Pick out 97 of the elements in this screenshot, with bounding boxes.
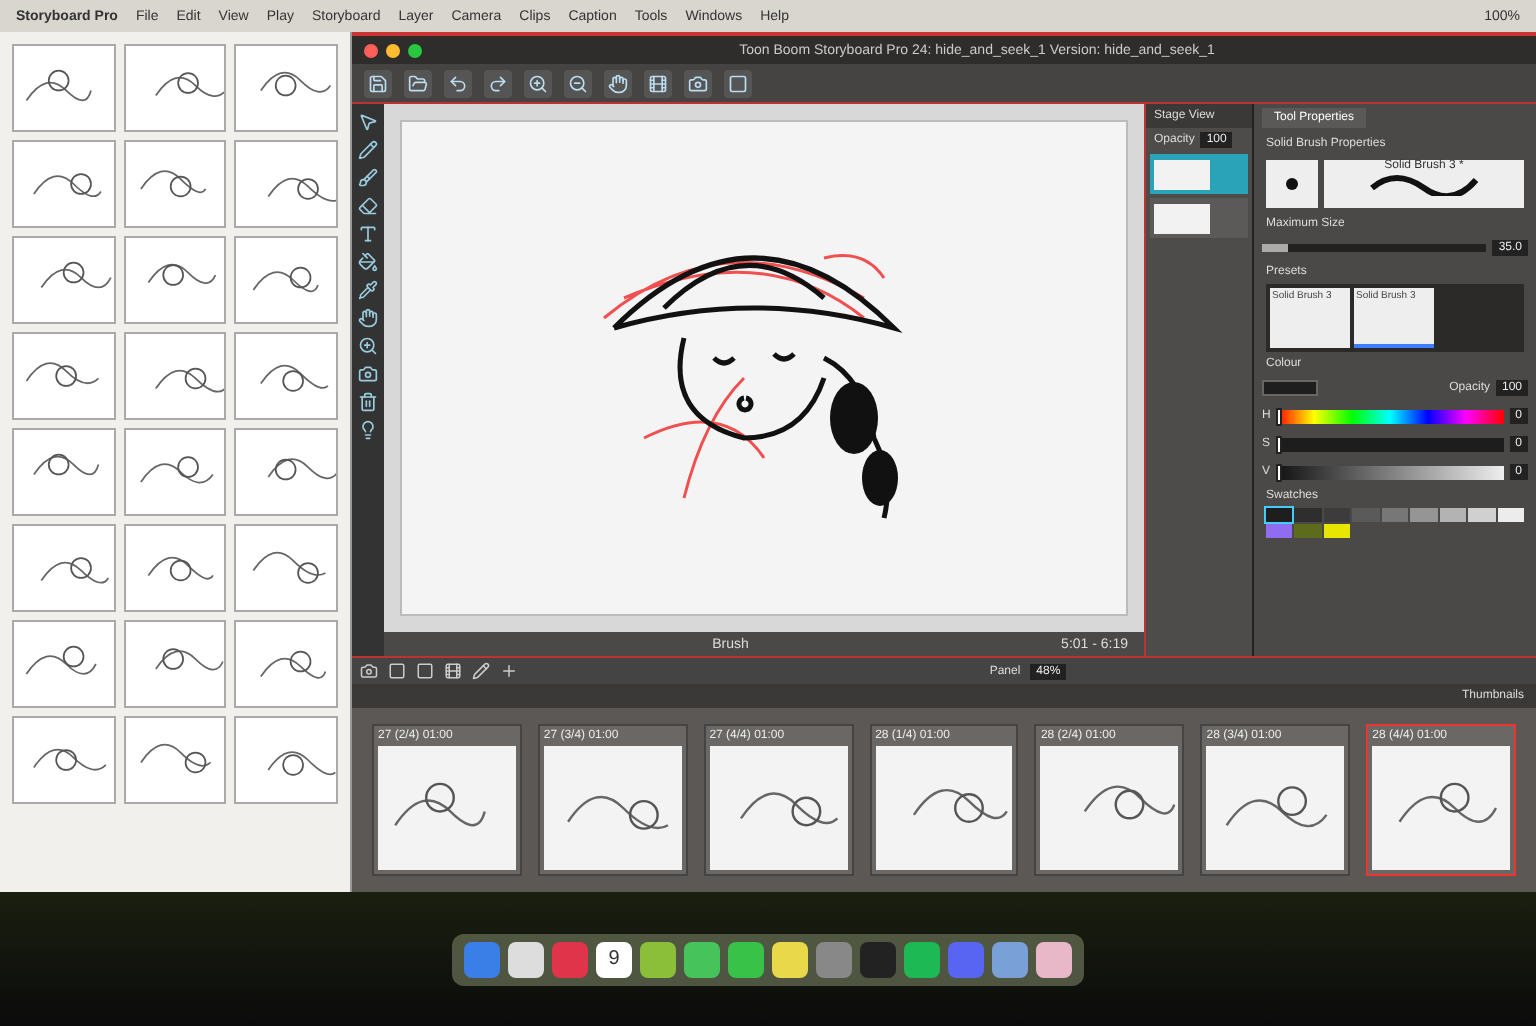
colour-swatch[interactable] <box>1323 524 1351 538</box>
hand-icon[interactable] <box>604 69 632 97</box>
current-colour[interactable] <box>1262 380 1318 396</box>
layer-row[interactable] <box>1150 154 1248 194</box>
colour-swatch[interactable] <box>1294 524 1322 538</box>
sketch-thumbnail <box>543 746 682 870</box>
sketch-thumbnail[interactable] <box>123 428 227 516</box>
pointer-icon[interactable] <box>358 112 378 132</box>
app-icon[interactable] <box>772 941 808 977</box>
brush-icon[interactable] <box>358 168 378 188</box>
sketch-thumbnail[interactable] <box>234 620 338 708</box>
square-icon[interactable] <box>416 662 434 680</box>
colour-swatch[interactable] <box>1266 508 1293 522</box>
zoom-out-icon[interactable] <box>564 69 592 97</box>
sketch-thumbnail[interactable] <box>234 332 338 420</box>
sketch-thumbnail[interactable] <box>234 524 338 612</box>
sketch-thumbnail <box>875 746 1013 870</box>
paint-bucket-icon[interactable] <box>358 252 378 272</box>
colour-slider[interactable] <box>1276 465 1504 479</box>
colour-swatch[interactable] <box>1352 508 1380 522</box>
zoom-in-icon[interactable] <box>524 69 552 97</box>
sketch-thumbnail[interactable] <box>234 44 338 132</box>
app-icon[interactable] <box>728 941 764 977</box>
sketch-thumbnail[interactable] <box>12 236 116 324</box>
trash-icon[interactable] <box>358 392 378 412</box>
sketch-thumbnail <box>378 746 516 870</box>
camera-icon[interactable] <box>684 69 712 97</box>
sketch-thumbnail <box>709 746 848 870</box>
colour-swatch[interactable] <box>1410 508 1438 522</box>
square-icon[interactable] <box>388 662 406 680</box>
camera-icon[interactable] <box>360 662 378 680</box>
film-icon[interactable] <box>444 662 462 680</box>
colour-swatch[interactable] <box>1266 524 1293 538</box>
layer-row[interactable] <box>1150 198 1248 238</box>
sketch-thumbnail[interactable] <box>123 524 227 612</box>
brush-dot-icon <box>1286 178 1298 190</box>
sketch-thumbnail <box>1040 746 1179 870</box>
brush-stroke-icon <box>1364 172 1484 196</box>
camera-icon[interactable] <box>358 364 378 384</box>
app-icon[interactable] <box>992 941 1028 977</box>
colour-slider[interactable] <box>1276 437 1504 451</box>
sketch-thumbnail[interactable] <box>234 236 338 324</box>
redo-icon[interactable] <box>484 69 512 97</box>
sketch-thumbnail[interactable] <box>234 140 338 228</box>
layer-thumbnail <box>1154 159 1210 189</box>
film-icon[interactable] <box>644 69 672 97</box>
sketch-thumbnail[interactable] <box>12 140 116 228</box>
app-icon[interactable] <box>1036 941 1072 977</box>
plus-icon[interactable] <box>500 662 518 680</box>
eraser-icon[interactable] <box>358 196 378 216</box>
sketch-thumbnail <box>1372 746 1511 870</box>
save-icon[interactable] <box>364 69 392 97</box>
sketch-thumbnail[interactable] <box>12 332 116 420</box>
square-icon[interactable] <box>724 69 752 97</box>
folder-icon[interactable] <box>404 69 432 97</box>
sketch-thumbnail[interactable] <box>123 140 227 228</box>
colour-swatch[interactable] <box>1439 508 1467 522</box>
text-icon[interactable] <box>358 224 378 244</box>
hand-icon[interactable] <box>358 308 378 328</box>
colour-swatch[interactable] <box>1323 508 1351 522</box>
sketch-thumbnail[interactable] <box>123 716 227 804</box>
colour-swatch[interactable] <box>1381 508 1409 522</box>
slider-thumb[interactable] <box>1276 435 1283 453</box>
sketch-thumbnail[interactable] <box>123 44 227 132</box>
undo-icon[interactable] <box>444 69 472 97</box>
close-button[interactable] <box>364 43 378 57</box>
app-icon[interactable] <box>904 941 940 977</box>
pencil-icon[interactable] <box>358 140 378 160</box>
colour-swatch[interactable] <box>1497 508 1524 522</box>
slider-thumb[interactable] <box>1276 463 1283 481</box>
layer-thumbnail <box>1154 203 1210 233</box>
colour-swatch[interactable] <box>1468 508 1496 522</box>
app-icon[interactable] <box>640 941 676 977</box>
lightbulb-icon[interactable] <box>358 420 378 440</box>
sketch-thumbnail[interactable] <box>12 44 116 132</box>
slider-thumb[interactable] <box>1276 407 1283 425</box>
sketch-thumbnail[interactable] <box>123 236 227 324</box>
sketch-thumbnail[interactable] <box>234 716 338 804</box>
calendar-app-icon[interactable]: 9 <box>596 941 632 977</box>
zoom-in-icon[interactable] <box>358 336 378 356</box>
sketch-thumbnail[interactable] <box>123 620 227 708</box>
sketch-thumbnail[interactable] <box>234 428 338 516</box>
size-slider[interactable] <box>1262 244 1487 252</box>
pencil-icon[interactable] <box>472 662 490 680</box>
sketch-thumbnail[interactable] <box>123 332 227 420</box>
sketch-thumbnail[interactable] <box>12 620 116 708</box>
eyedropper-icon[interactable] <box>358 280 378 300</box>
app-icon[interactable] <box>508 941 544 977</box>
sketch-thumbnail <box>1206 746 1345 870</box>
colour-slider[interactable] <box>1276 409 1504 423</box>
colour-swatch[interactable] <box>1294 508 1322 522</box>
sketch-thumbnail[interactable] <box>12 524 116 612</box>
sketch-thumbnail[interactable] <box>12 428 116 516</box>
minimize-button[interactable] <box>386 43 400 57</box>
app-icon[interactable] <box>684 941 720 977</box>
zoom-button[interactable] <box>408 43 422 57</box>
sketch-thumbnail[interactable] <box>12 716 116 804</box>
